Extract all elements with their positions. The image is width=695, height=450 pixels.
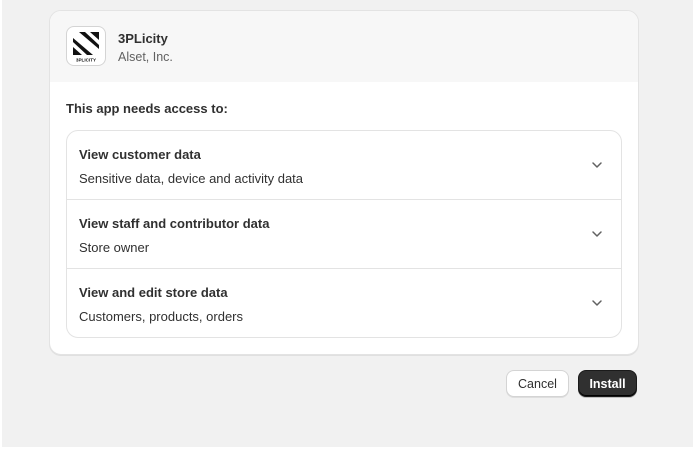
chevron-down-icon[interactable]: [591, 299, 603, 307]
permission-item-staff-data[interactable]: View staff and contributor data Store ow…: [67, 199, 621, 268]
install-card: 3PLICITY 3PLicity Alset, Inc. This app n…: [49, 10, 639, 355]
permission-description: Customers, products, orders: [79, 309, 244, 324]
permission-item-store-data[interactable]: View and edit store data Customers, prod…: [67, 268, 621, 337]
permission-description: Store owner: [79, 240, 150, 255]
page-background: 3PLICITY 3PLicity Alset, Inc. This app n…: [2, 0, 693, 447]
cancel-button[interactable]: Cancel: [506, 370, 569, 397]
3plicity-logo-icon: 3PLICITY: [66, 26, 106, 66]
permission-description: Sensitive data, device and activity data: [79, 171, 304, 186]
chevron-down-icon[interactable]: [591, 230, 603, 238]
app-name: 3PLicity: [118, 31, 168, 46]
permission-title: View customer data: [79, 147, 201, 162]
permission-item-customer-data[interactable]: View customer data Sensitive data, devic…: [67, 131, 621, 199]
chevron-down-icon[interactable]: [591, 161, 603, 169]
install-button[interactable]: Install: [578, 370, 637, 397]
permission-title: View and edit store data: [79, 285, 228, 300]
app-developer: Alset, Inc.: [118, 50, 173, 64]
permission-list: View customer data Sensitive data, devic…: [66, 130, 622, 338]
logo-wordmark: 3PLICITY: [76, 58, 96, 63]
app-header: 3PLICITY 3PLicity Alset, Inc.: [50, 11, 638, 82]
access-heading: This app needs access to:: [66, 101, 228, 116]
permission-title: View staff and contributor data: [79, 216, 270, 231]
